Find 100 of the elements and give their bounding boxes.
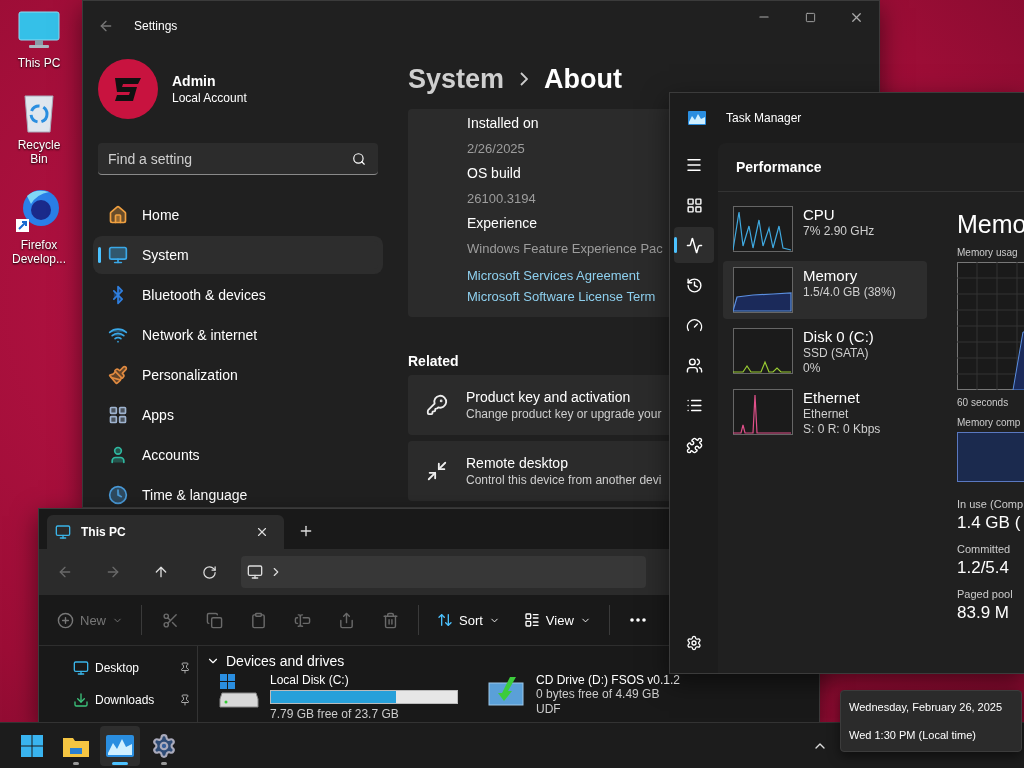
key-icon <box>426 394 448 416</box>
usage-sparkline <box>733 328 793 374</box>
refresh-icon <box>201 564 217 580</box>
spec-label: Experience <box>467 214 538 233</box>
drive-name: Local Disk (C:) <box>270 673 350 687</box>
clipboard-icon <box>249 611 267 629</box>
ellipsis-icon <box>629 618 646 622</box>
desktop-icon-label[interactable]: Firefox Develop... <box>8 238 70 266</box>
windows-logo-icon <box>20 733 44 758</box>
copy-icon <box>205 611 223 629</box>
desktop-icon-label[interactable]: Recycle Bin <box>8 138 70 166</box>
back-icon <box>57 564 73 580</box>
close-icon <box>255 525 269 539</box>
link[interactable]: Microsoft Software License Term <box>467 286 656 307</box>
sort-arrows-icon <box>437 612 453 628</box>
history-icon <box>685 276 703 294</box>
menu-icon <box>685 156 703 174</box>
clock-icon <box>108 485 128 505</box>
monitor-icon <box>108 245 128 265</box>
chevron-icon <box>520 72 529 86</box>
settings-icon <box>686 635 702 651</box>
drive-item[interactable]: CD Drive (D:) FSOS v0.1.2 0 bytes free of 4.49 GB UDF <box>486 673 736 722</box>
resource-item[interactable]: Disk 0 (C:) SSD (SATA) 0% <box>723 322 927 380</box>
pulse-icon <box>685 236 703 254</box>
drive-info: UDF <box>536 702 562 717</box>
nav-item[interactable]: Personalization <box>98 361 378 389</box>
nav-item[interactable]: Accounts <box>98 441 378 469</box>
link[interactable]: Microsoft Services Agreement <box>467 265 640 286</box>
nav-item[interactable]: Time & language <box>98 481 378 507</box>
graph-label: Memory usag <box>957 246 1018 260</box>
wifi-icon <box>108 325 128 345</box>
drive-item[interactable]: Local Disk (C:) 7.79 GB free of 23.7 GB <box>218 673 468 722</box>
spec-label: Installed on <box>467 114 539 133</box>
tooltip-line: Wednesday, February 26, 2025 <box>849 701 1004 713</box>
drive-name: CD Drive (D:) FSOS v0.1.2 <box>536 673 681 687</box>
resource-item[interactable]: CPU 7% 2.90 GHz <box>723 200 927 258</box>
section-header[interactable]: Devices and drives <box>206 652 345 669</box>
stat-value: 83.9 M <box>957 603 1009 623</box>
trash-icon <box>381 611 399 629</box>
stat-label: Paged pool <box>957 588 1013 600</box>
graph-label: Memory comp <box>957 416 1021 430</box>
gear-icon <box>151 732 177 759</box>
nav-item[interactable]: Home <box>98 201 378 229</box>
account-type: Local Account <box>172 91 247 105</box>
list-layout-icon <box>523 612 540 628</box>
stat-label: In use (Comp <box>957 498 1024 510</box>
spec-value: 26100.3194 <box>467 190 536 208</box>
stat-value: 1.4 GB ( <box>957 513 1021 533</box>
stat-value: 1.2/5.4 <box>957 558 1009 578</box>
stat-label: Committed <box>957 543 1011 555</box>
sort-button[interactable]: Sort <box>431 604 506 636</box>
maximize-icon <box>804 11 816 23</box>
spec-value: Windows Feature Experience Pac <box>467 240 663 258</box>
related-setting[interactable]: Remote desktop Control this device from another devi <box>408 441 669 501</box>
home-icon <box>108 205 128 225</box>
search-icon <box>352 152 366 166</box>
monitor-icon <box>55 524 71 540</box>
related-setting[interactable]: Product key and activation Change product key or upgrade your <box>408 375 669 435</box>
view-button[interactable]: View <box>517 604 597 636</box>
tab[interactable]: This PC <box>47 515 284 549</box>
usage-sparkline <box>733 267 793 313</box>
nav-item[interactable]: Apps <box>98 401 378 429</box>
plus-icon <box>298 523 314 539</box>
desktop-icon-label[interactable]: This PC <box>8 56 70 70</box>
time-label: 60 seconds <box>957 396 1009 410</box>
person-icon <box>108 445 128 465</box>
spec-label: OS build <box>467 164 521 183</box>
search-field[interactable]: Find a setting <box>98 143 378 175</box>
section-heading: Related <box>408 353 459 369</box>
scissors-icon <box>161 611 179 629</box>
usage-sparkline <box>733 206 793 252</box>
quick-access-item[interactable]: Downloads <box>39 684 197 716</box>
drive-info: 0 bytes free of 4.49 GB <box>536 687 661 702</box>
arrows-inward-icon <box>426 460 448 482</box>
puzzle-icon <box>685 436 703 454</box>
drive-info: 7.79 GB free of 23.7 GB <box>270 707 400 722</box>
resource-item[interactable]: Ethernet Ethernet S: 0 R: 0 Kbps <box>723 383 927 441</box>
app-icon <box>688 111 706 125</box>
share-icon <box>337 611 355 629</box>
desktop-icon <box>73 660 89 676</box>
breadcrumb-item[interactable]: System <box>408 63 505 95</box>
rename-icon <box>293 611 311 629</box>
quick-access-item[interactable]: Desktop <box>39 652 197 684</box>
forward-icon <box>105 564 121 580</box>
users-icon <box>685 356 703 374</box>
nav-tab[interactable] <box>674 227 714 263</box>
hard-drive-icon <box>218 673 260 709</box>
resource-item[interactable]: Memory 1.5/4.0 GB (38%) <box>723 261 927 319</box>
brush-icon <box>108 365 128 385</box>
spec-value: 2/26/2025 <box>467 140 525 158</box>
download-icon <box>73 692 89 708</box>
user-name: Admin <box>172 73 217 89</box>
apps-icon <box>108 405 128 425</box>
nav-item[interactable]: Bluetooth & devices <box>98 281 378 309</box>
back-icon[interactable] <box>98 18 114 34</box>
gauge-icon <box>685 316 703 334</box>
tooltip-line: Wed 1:30 PM (Local time) <box>849 729 977 741</box>
chart-taskbar-button[interactable] <box>100 725 140 766</box>
monitor-icon <box>247 564 263 580</box>
nav-item[interactable]: Network & internet <box>98 321 378 349</box>
